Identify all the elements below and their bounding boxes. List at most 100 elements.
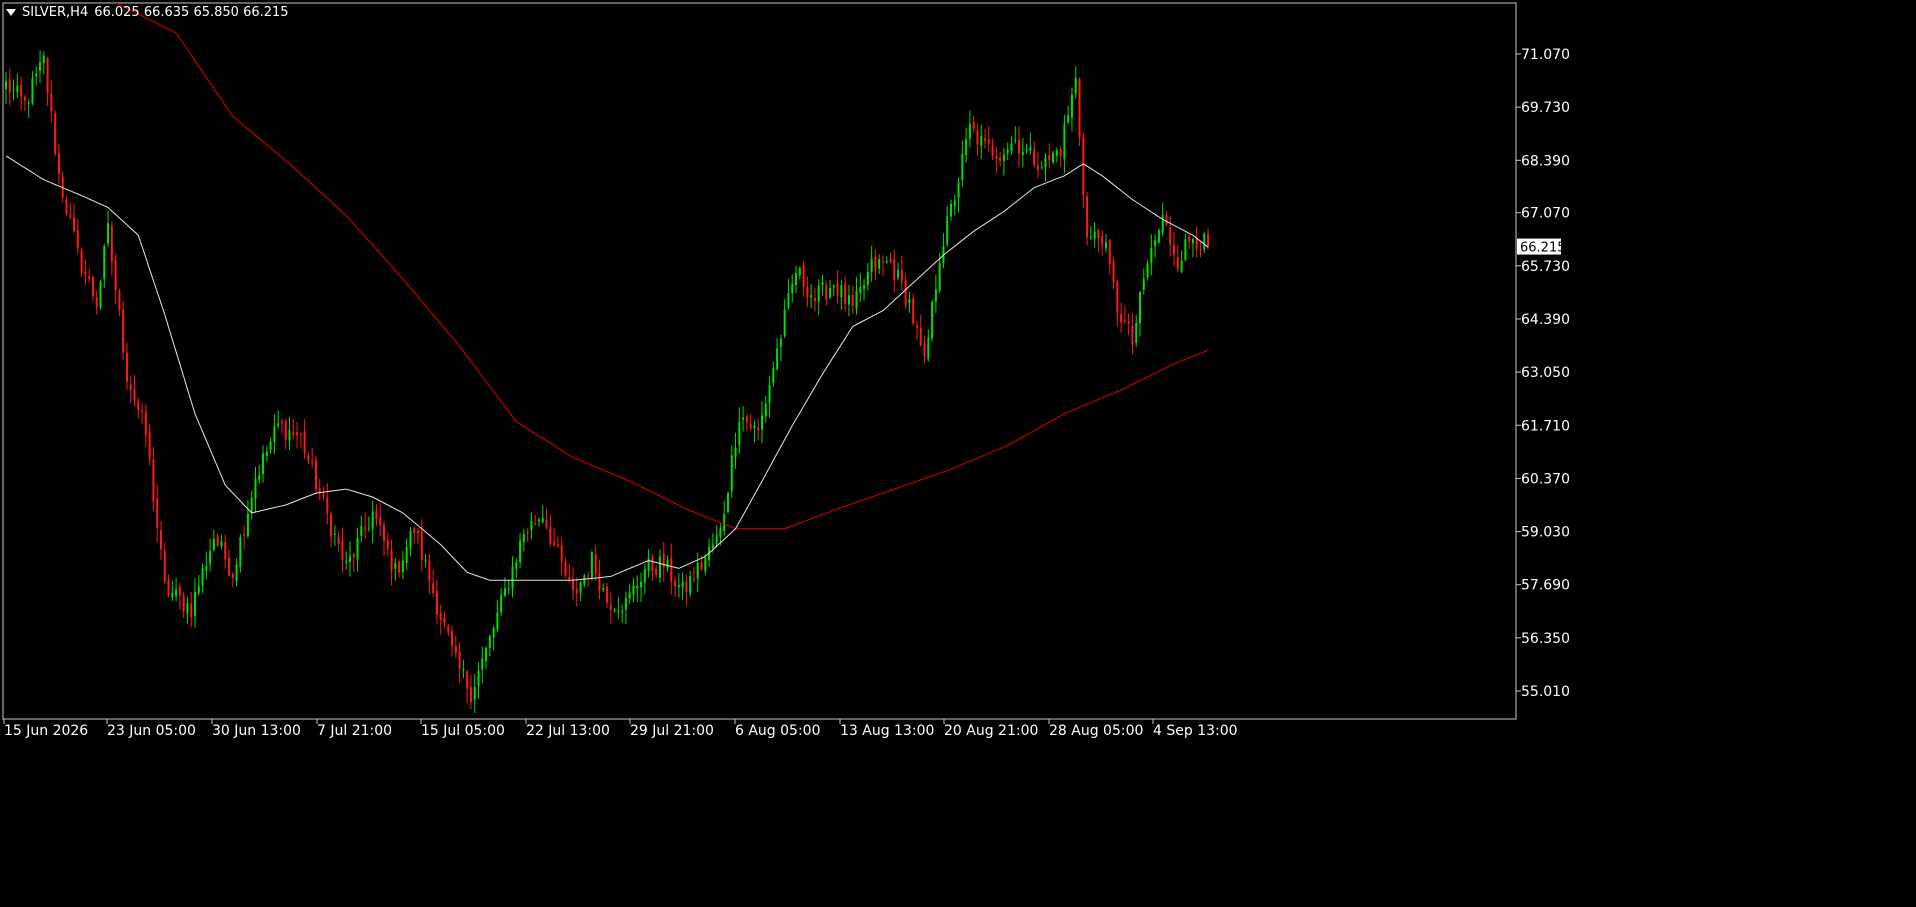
candle-body (171, 593, 174, 598)
candle-body (454, 646, 457, 653)
y-tick-label: 57.690 (1521, 578, 1570, 594)
candle-body (950, 203, 952, 217)
candle-body (738, 421, 741, 445)
candle-body (666, 559, 669, 569)
candle-body (8, 79, 11, 93)
candle-body (103, 245, 106, 280)
candle-body (50, 93, 53, 112)
candle-body (439, 613, 442, 620)
candle-body (549, 527, 552, 544)
candle-body (885, 261, 888, 263)
candle-body (466, 671, 469, 689)
candle-body (866, 272, 869, 285)
chart-root[interactable]: 71.070 69.730 68.390 67.070 65.730 64.390 63.0… (0, 0, 1916, 907)
candle-body (745, 416, 748, 423)
candle-body (844, 284, 847, 304)
candle-body (333, 533, 336, 535)
candle-body (863, 285, 866, 289)
candle-body (409, 530, 412, 549)
price-chart[interactable]: 71.070 69.730 68.390 67.070 65.730 64.390 63.0… (0, 0, 1916, 907)
y-tick-label: 65.730 (1521, 259, 1570, 275)
candle-body (968, 123, 971, 139)
candle-body (1203, 233, 1206, 250)
candle-body (787, 293, 790, 308)
candle-body (1040, 167, 1043, 169)
candle-body (1070, 94, 1073, 118)
candle-body (129, 384, 132, 390)
candle-body (401, 560, 404, 573)
candle-body (1131, 325, 1134, 345)
candle-body (742, 417, 745, 420)
candle-body (167, 579, 170, 596)
candle-body (375, 510, 378, 520)
candle-body (212, 538, 215, 550)
x-tick-label: 15 Jun 2026 (4, 723, 88, 739)
candle-body (840, 285, 843, 298)
candle-body (99, 281, 102, 308)
candle-body (209, 551, 212, 565)
candle-body (870, 258, 873, 272)
candle-body (545, 519, 548, 528)
candle-body (394, 562, 397, 570)
y-tick-label: 60.370 (1521, 471, 1570, 487)
candle-body (186, 603, 189, 613)
candle-body (311, 461, 314, 463)
candle-body (1006, 149, 1009, 153)
candle-body (269, 442, 272, 450)
candle-body (1059, 148, 1062, 157)
candle-body (220, 541, 223, 547)
candle-body (54, 113, 57, 154)
symbol-timeframe: SILVER,H4 (22, 5, 89, 20)
candle-body (216, 536, 219, 546)
candle-body (749, 423, 752, 429)
x-tick-label: 23 Jun 05:00 (107, 723, 196, 739)
candle-body (88, 276, 91, 279)
chart-header: SILVER,H4 66.025 66.635 65.850 66.215 (6, 5, 289, 20)
candle-body (76, 229, 79, 248)
y-tick-label: 67.070 (1521, 206, 1570, 222)
candle-body (912, 298, 915, 324)
candle-body (496, 612, 499, 630)
candle-body (689, 576, 692, 594)
candle-body (159, 530, 162, 550)
candle-body (636, 585, 639, 589)
candle-body (1191, 239, 1194, 244)
candle-body (624, 598, 627, 610)
candle-body (231, 573, 234, 578)
candle-body (239, 537, 242, 568)
candle-body (1146, 263, 1149, 278)
candle-body (1104, 242, 1107, 249)
candle-body (1176, 257, 1179, 269)
candle-body (764, 403, 767, 417)
candle-body (84, 271, 87, 275)
candle-body (413, 528, 416, 533)
candle-body (643, 569, 646, 583)
candle-body (243, 534, 246, 536)
candle-body (1116, 281, 1119, 313)
candle-body (825, 284, 828, 300)
candle-body (46, 58, 49, 94)
candle-body (398, 561, 401, 573)
x-tick-label: 15 Jul 05:00 (421, 723, 505, 739)
candle-body (1139, 292, 1141, 324)
candle-body (526, 531, 529, 533)
candle-body (704, 557, 707, 572)
candle-body (69, 215, 72, 218)
x-tick-label: 7 Jul 21:00 (317, 723, 392, 739)
ma-slow-line (115, 3, 1209, 530)
candle-body (640, 581, 643, 588)
candle-body (224, 542, 227, 560)
candle-body (980, 135, 983, 146)
dropdown-triangle-icon[interactable] (6, 9, 16, 16)
candle-body (700, 562, 703, 570)
candle-body (1161, 215, 1164, 233)
candle-body (12, 89, 15, 91)
candle-body (617, 610, 620, 612)
candle-body (284, 421, 287, 441)
candle-body (893, 259, 896, 281)
candle-body (1078, 78, 1081, 138)
candle-body (791, 284, 794, 294)
y-tick-label: 68.390 (1521, 153, 1570, 169)
candle-body (57, 153, 60, 175)
candle-body (965, 139, 968, 156)
